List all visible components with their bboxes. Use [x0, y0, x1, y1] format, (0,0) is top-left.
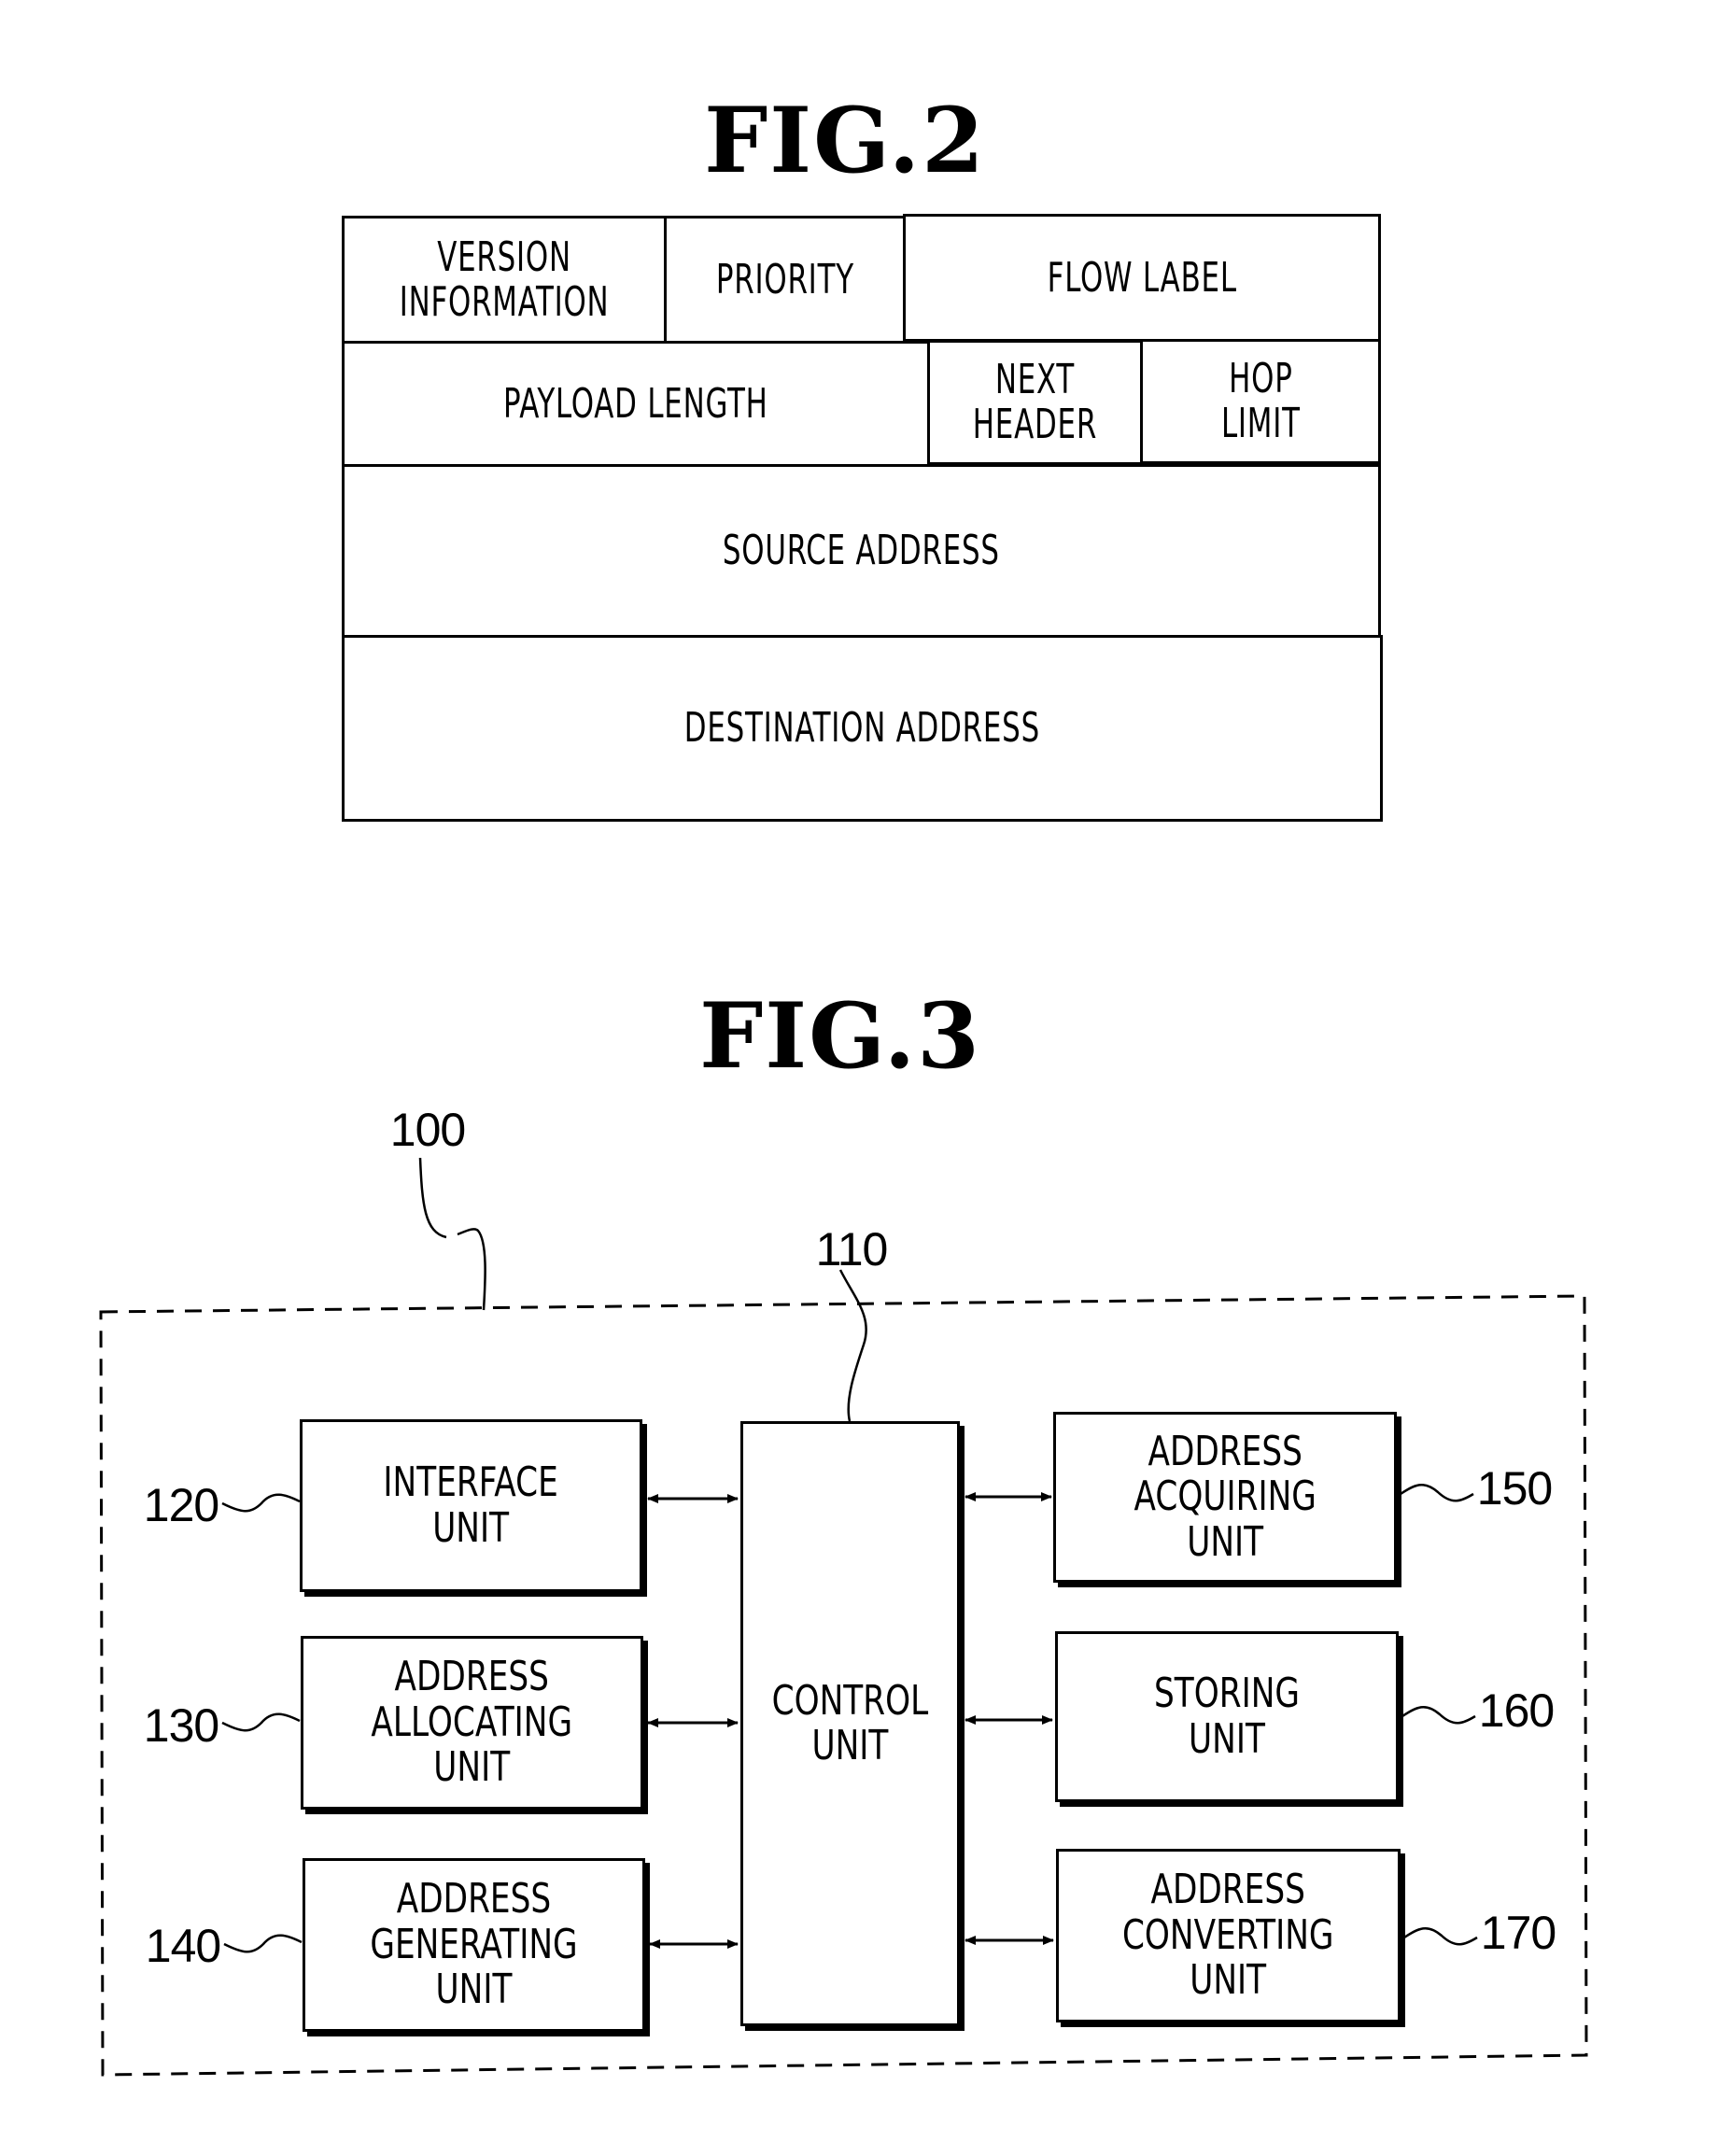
field-label: FLOW LABEL — [1047, 253, 1237, 302]
ref-100: 100 — [389, 1104, 466, 1156]
unit-label: INTERFACE UNIT — [383, 1458, 559, 1552]
field-source-address: SOURCE ADDRESS — [342, 464, 1381, 638]
unit-label: ADDRESS GENERATING UNIT — [370, 1875, 578, 2014]
field-priority: PRIORITY — [664, 216, 906, 344]
unit-label: ADDRESS CONVERTING UNIT — [1122, 1866, 1334, 2005]
leader-170 — [1403, 1927, 1478, 1946]
leader-130 — [221, 1712, 301, 1732]
ref-140: 140 — [145, 1920, 221, 1972]
address-allocating-unit: ADDRESS ALLOCATING UNIT — [301, 1636, 643, 1810]
ref-110: 110 — [815, 1223, 889, 1275]
field-hop-limit: HOP LIMIT — [1140, 339, 1381, 464]
leader-120 — [221, 1493, 301, 1513]
fig2-title: FIG.2 — [704, 88, 986, 193]
field-label: NEXT HEADER — [972, 356, 1098, 448]
field-label: DESTINATION ADDRESS — [683, 704, 1041, 753]
leader-150 — [1400, 1484, 1474, 1502]
field-version-information: VERSION INFORMATION — [342, 216, 667, 344]
ref-130: 130 — [143, 1699, 219, 1752]
field-label: PRIORITY — [715, 255, 854, 303]
ref-160: 160 — [1478, 1684, 1555, 1737]
field-label: VERSION INFORMATION — [399, 233, 610, 326]
storing-unit: STORING UNIT — [1055, 1631, 1399, 1802]
leader-100 — [418, 1157, 486, 1311]
address-generating-unit: ADDRESS GENERATING UNIT — [303, 1858, 645, 2032]
field-payload-length: PAYLOAD LENGTH — [342, 341, 930, 467]
unit-label: STORING UNIT — [1154, 1670, 1300, 1763]
leader-140 — [223, 1934, 303, 1953]
ref-170: 170 — [1480, 1907, 1556, 1959]
leader-160 — [1401, 1706, 1476, 1725]
field-destination-address: DESTINATION ADDRESS — [342, 635, 1383, 822]
field-next-header: NEXT HEADER — [927, 340, 1143, 465]
address-converting-unit: ADDRESS CONVERTING UNIT — [1056, 1849, 1401, 2022]
address-acquiring-unit: ADDRESS ACQUIRING UNIT — [1053, 1412, 1397, 1583]
field-flow-label: FLOW LABEL — [903, 214, 1381, 342]
interface-unit: INTERFACE UNIT — [300, 1419, 642, 1592]
unit-label: ADDRESS ALLOCATING UNIT — [371, 1653, 573, 1792]
leader-110 — [838, 1269, 867, 1422]
field-label: HOP LIMIT — [1220, 355, 1301, 447]
ref-120: 120 — [143, 1479, 219, 1531]
field-label: SOURCE ADDRESS — [723, 527, 1000, 575]
control-unit: CONTROL UNIT — [740, 1421, 960, 2026]
unit-label: CONTROL UNIT — [771, 1676, 929, 1769]
fig3-title: FIG.3 — [699, 983, 981, 1089]
unit-label: ADDRESS ACQUIRING UNIT — [1134, 1427, 1317, 1566]
ref-150: 150 — [1476, 1462, 1553, 1515]
field-label: PAYLOAD LENGTH — [503, 379, 768, 428]
